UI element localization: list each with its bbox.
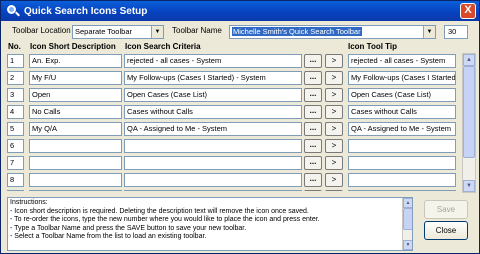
tooltip-field[interactable] [348, 190, 456, 191]
scroll-thumb[interactable] [403, 208, 412, 230]
tooltip-field[interactable]: Open Cases (Case List) [348, 88, 456, 102]
dialog-window: Quick Search Icons Setup X Toolbar Locat… [0, 0, 480, 254]
browse-button[interactable]: ... [304, 156, 322, 170]
search-criteria-field[interactable]: Cases without Calls [124, 105, 302, 119]
description-field[interactable] [29, 156, 122, 170]
table-row: 2 My F/U My Follow-ups (Cases I Started) -… [7, 70, 459, 87]
description-field[interactable]: An. Exp. [29, 54, 122, 68]
window-title: Quick Search Icons Setup [24, 5, 148, 17]
row-number-field[interactable]: 2 [7, 71, 24, 85]
row-number-field[interactable]: 8 [7, 173, 24, 187]
toolbar-name-select[interactable]: Michelle Smith's Quick Search Toolbar ▼ [229, 25, 436, 39]
browse-button[interactable]: ... [304, 122, 322, 136]
copy-arrow-button[interactable]: > [325, 122, 343, 136]
toolbar-location-value: Separate Toolbar [75, 27, 132, 36]
save-button[interactable]: Save [424, 200, 468, 219]
instructions-line: - Select a Toolbar Name from the list to… [10, 233, 207, 241]
scroll-up-icon[interactable]: ▲ [463, 54, 475, 66]
search-criteria-field[interactable] [124, 190, 302, 191]
browse-button[interactable]: ... [304, 88, 322, 102]
copy-arrow-button[interactable]: > [325, 105, 343, 119]
description-field[interactable] [29, 173, 122, 187]
description-field[interactable]: My Q/A [29, 122, 122, 136]
description-field[interactable] [29, 139, 122, 153]
scroll-up-icon[interactable]: ▲ [403, 198, 412, 208]
chevron-down-icon[interactable]: ▼ [151, 26, 163, 38]
column-header-no: No. [8, 42, 21, 51]
description-field[interactable]: Open [29, 88, 122, 102]
magnifier-icon [6, 4, 20, 18]
row-number-field[interactable]: 9 [7, 190, 24, 191]
search-criteria-field[interactable]: QA - Assigned to Me - System [124, 122, 302, 136]
icon-grid: 1 An. Exp. rejected - all cases - System..… [7, 53, 459, 191]
row-number-field[interactable]: 6 [7, 139, 24, 153]
browse-button[interactable]: ... [304, 190, 322, 191]
close-window-button[interactable]: X [460, 3, 476, 19]
toolbar-name-label: Toolbar Name [172, 26, 222, 35]
description-field[interactable]: No Calls [29, 105, 122, 119]
copy-arrow-button[interactable]: > [325, 54, 343, 68]
scroll-thumb[interactable] [463, 66, 475, 158]
instructions-line: - Type a Toolbar Name and press the SAVE… [10, 224, 247, 232]
table-row: 7... > [7, 155, 459, 172]
toolbar-location-label: Toolbar Location [12, 26, 71, 35]
description-field[interactable]: My F/U [29, 71, 122, 85]
scroll-down-icon[interactable]: ▼ [463, 180, 475, 192]
toolbar-location-select[interactable]: Separate Toolbar ▼ [72, 25, 164, 39]
copy-arrow-button[interactable]: > [325, 139, 343, 153]
row-number-field[interactable]: 3 [7, 88, 24, 102]
tooltip-field[interactable] [348, 156, 456, 170]
tooltip-field[interactable]: rejected - all cases - System [348, 54, 456, 68]
toolbar-name-value: Michelle Smith's Quick Search Toolbar [232, 27, 362, 36]
search-criteria-field[interactable] [124, 156, 302, 170]
column-header-tooltip: Icon Tool Tip [348, 42, 398, 51]
table-row: 8... > [7, 172, 459, 189]
browse-button[interactable]: ... [304, 105, 322, 119]
column-header-description: Icon Short Description [30, 42, 116, 51]
copy-arrow-button[interactable]: > [325, 88, 343, 102]
table-row: 5 My Q/A QA - Assigned to Me - System... > Q… [7, 121, 459, 138]
tooltip-field[interactable]: My Follow-ups (Cases I Started) [348, 71, 456, 85]
search-criteria-field[interactable]: rejected - all cases - System [124, 54, 302, 68]
tooltip-field[interactable] [348, 139, 456, 153]
copy-arrow-button[interactable]: > [325, 71, 343, 85]
close-button[interactable]: Close [424, 221, 468, 240]
row-number-field[interactable]: 4 [7, 105, 24, 119]
table-row: 6... > [7, 138, 459, 155]
grid-scrollbar[interactable]: ▲ ▼ [462, 53, 476, 193]
scroll-down-icon[interactable]: ▼ [403, 240, 412, 250]
search-criteria-field[interactable]: My Follow-ups (Cases I Started) - System [124, 71, 302, 85]
tooltip-field[interactable] [348, 173, 456, 187]
browse-button[interactable]: ... [304, 71, 322, 85]
browse-button[interactable]: ... [304, 173, 322, 187]
table-row: 9...> [7, 189, 459, 191]
row-number-field[interactable]: 7 [7, 156, 24, 170]
table-row: 1 An. Exp. rejected - all cases - System..… [7, 53, 459, 70]
browse-button[interactable]: ... [304, 139, 322, 153]
copy-arrow-button[interactable]: > [325, 190, 343, 191]
row-number-field[interactable]: 5 [7, 122, 24, 136]
tooltip-field[interactable]: QA - Assigned to Me - System [348, 122, 456, 136]
search-criteria-field[interactable] [124, 139, 302, 153]
instructions-line: - Icon short description is required. De… [10, 207, 309, 215]
row-number-field[interactable]: 1 [7, 54, 24, 68]
instructions-line: - To re-order the icons, type the new nu… [10, 216, 320, 224]
instructions-line: Instructions: [10, 199, 48, 206]
table-row: 4 No Calls Cases without Calls... > Cases wi… [7, 104, 459, 121]
title-bar[interactable]: Quick Search Icons Setup X [1, 1, 479, 21]
instructions-box[interactable]: Instructions: - Icon short description i… [7, 197, 413, 251]
instructions-scrollbar[interactable]: ▲ ▼ [402, 198, 412, 250]
table-row: 3 Open Open Cases (Case List)... > Open Case… [7, 87, 459, 104]
toolbar-count-field[interactable]: 30 [444, 25, 468, 39]
search-criteria-field[interactable]: Open Cases (Case List) [124, 88, 302, 102]
browse-button[interactable]: ... [304, 54, 322, 68]
description-field[interactable] [29, 190, 122, 191]
tooltip-field[interactable]: Cases without Calls [348, 105, 456, 119]
column-header-criteria: Icon Search Criteria [125, 42, 201, 51]
copy-arrow-button[interactable]: > [325, 156, 343, 170]
search-criteria-field[interactable] [124, 173, 302, 187]
copy-arrow-button[interactable]: > [325, 173, 343, 187]
chevron-down-icon[interactable]: ▼ [423, 26, 435, 38]
